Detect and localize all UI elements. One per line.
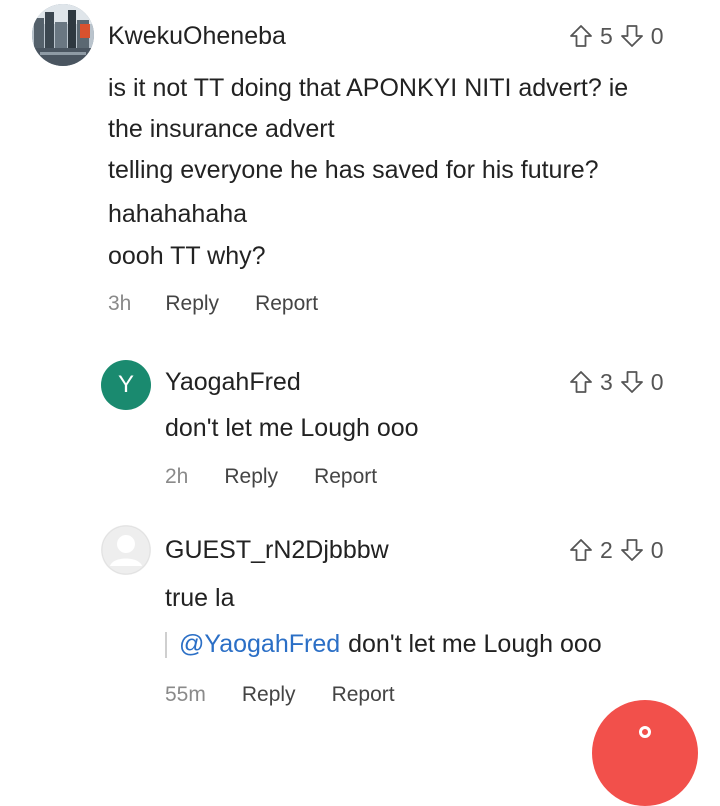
comment-text: telling everyone he has saved for his fu… [108, 156, 599, 184]
reply-button[interactable]: Reply [242, 683, 296, 707]
report-button[interactable]: Report [332, 683, 395, 707]
avatar[interactable] [32, 4, 94, 66]
downvote-count: 0 [650, 536, 664, 563]
downvote-button[interactable] [619, 23, 645, 49]
username[interactable]: YaogahFred [165, 368, 301, 397]
arrow-up-outline-icon [570, 371, 592, 393]
comment-meta: 2h Reply Report [165, 465, 377, 489]
arrow-down-outline-icon [620, 371, 643, 393]
downvote-count: 0 [650, 22, 664, 49]
vote-controls: 3 0 [568, 366, 670, 398]
username[interactable]: GUEST_rN2Djbbbw [165, 536, 389, 565]
comment: Y YaogahFred 3 0 don't let me Lough ooo … [0, 355, 720, 505]
reply-button[interactable]: Reply [165, 292, 219, 316]
reply-button[interactable]: Reply [224, 465, 278, 489]
compose-button[interactable] [592, 700, 698, 806]
comment: GUEST_rN2Djbbbw 2 0 true la @YaogahFred … [0, 522, 720, 722]
comment-text: hahahahaha [108, 200, 248, 228]
username[interactable]: KwekuOheneba [108, 22, 286, 51]
upvote-button[interactable] [568, 369, 594, 395]
upvote-button[interactable] [568, 23, 594, 49]
upvote-count: 2 [600, 536, 613, 563]
city-photo-icon [32, 4, 94, 66]
timestamp: 55m [165, 683, 206, 706]
avatar[interactable] [101, 525, 151, 575]
report-button[interactable]: Report [255, 292, 318, 316]
comment-meta: 55m Reply Report [165, 683, 395, 707]
upvote-button[interactable] [568, 537, 594, 563]
upvote-count: 5 [600, 22, 613, 49]
vote-controls: 5 0 [568, 20, 670, 52]
downvote-button[interactable] [619, 369, 645, 395]
comment-text: oooh TT why? [108, 242, 266, 270]
comment: KwekuOheneba 5 0 is it not TT doing that… [0, 0, 720, 330]
comment-text: the insurance advert [108, 115, 335, 143]
arrow-down-outline-icon [620, 539, 643, 561]
downvote-count: 0 [650, 368, 664, 395]
upvote-count: 3 [600, 368, 613, 395]
comment-text: true la [165, 584, 235, 612]
timestamp: 2h [165, 465, 189, 488]
comment-text: is it not TT doing that APONKYI NITI adv… [108, 74, 629, 102]
quote-text: don't let me Lough ooo [348, 630, 602, 658]
timestamp: 3h [108, 292, 132, 315]
arrow-up-outline-icon [570, 25, 592, 47]
comment-meta: 3h Reply Report [108, 292, 318, 316]
default-user-icon [101, 525, 151, 575]
arrow-down-outline-icon [620, 25, 643, 47]
avatar[interactable]: Y [101, 360, 151, 410]
comment-text: don't let me Lough ooo [165, 414, 419, 442]
downvote-button[interactable] [619, 537, 645, 563]
arrow-up-outline-icon [570, 539, 592, 561]
report-button[interactable]: Report [314, 465, 377, 489]
quote-bar [165, 631, 167, 658]
vote-controls: 2 0 [568, 534, 670, 566]
mention-link[interactable]: @YaogahFred [179, 630, 340, 659]
avatar-letter: Y [117, 371, 134, 398]
compose-icon [639, 726, 651, 738]
quoted-reply: @YaogahFred don't let me Lough ooo [165, 630, 602, 659]
